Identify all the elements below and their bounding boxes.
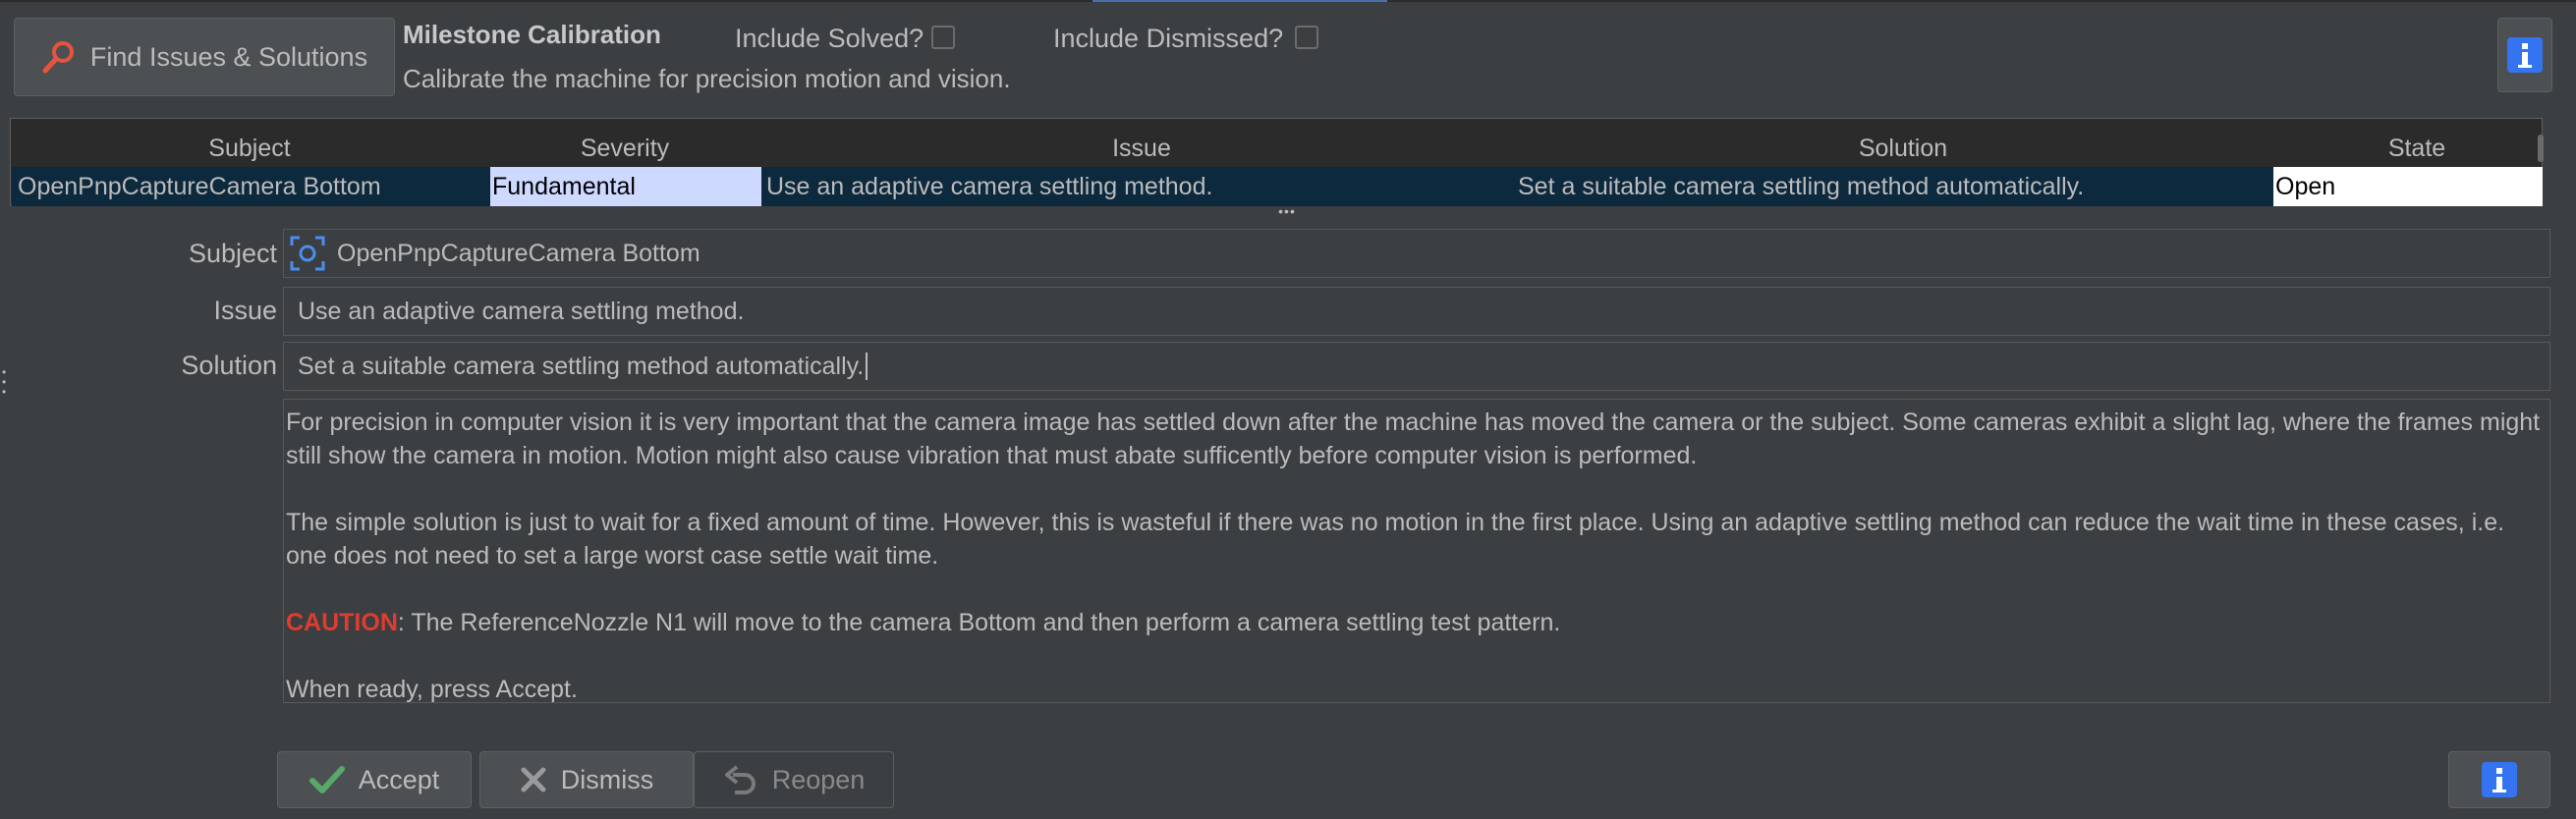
subject-field: OpenPnpCaptureCamera Bottom <box>283 229 2550 278</box>
text-cursor <box>866 353 868 380</box>
description-paragraph: When ready, press Accept. <box>286 676 578 703</box>
cell-severity[interactable]: Fundamental <box>490 167 761 206</box>
find-issues-button[interactable]: Find Issues & Solutions <box>14 18 395 96</box>
info-icon <box>2507 37 2543 73</box>
info-icon <box>2482 762 2517 797</box>
description-paragraph: For precision in computer vision it is v… <box>286 409 2541 469</box>
close-icon <box>521 767 546 792</box>
column-header-solution[interactable]: Solution <box>1522 135 2284 166</box>
reopen-button[interactable]: Reopen <box>694 751 894 808</box>
issue-field: Use an adaptive camera settling method. <box>283 287 2550 336</box>
column-header-subject[interactable]: Subject <box>11 135 488 166</box>
issue-description: For precision in computer vision it is v… <box>283 399 2550 703</box>
info-button-bottom[interactable] <box>2448 751 2550 808</box>
include-solved-label: Include Solved? <box>735 24 924 53</box>
subject-value: OpenPnpCaptureCamera Bottom <box>337 239 700 267</box>
issue-value: Use an adaptive camera settling method. <box>298 297 745 325</box>
solution-field[interactable]: Set a suitable camera settling method au… <box>283 342 2550 391</box>
dismiss-label: Dismiss <box>560 764 654 794</box>
solution-value: Set a suitable camera settling method au… <box>298 352 865 380</box>
dismiss-button[interactable]: Dismiss <box>479 751 694 808</box>
column-header-issue[interactable]: Issue <box>761 135 1522 166</box>
caution-word: CAUTION <box>286 609 398 636</box>
table-row[interactable]: OpenPnpCaptureCamera Bottom Fundamental … <box>12 167 2543 206</box>
milestone-title: Milestone Calibration <box>403 20 661 49</box>
description-paragraph: The simple solution is just to wait for … <box>286 509 2505 570</box>
splitter-handle-vertical[interactable]: • • • <box>2 366 10 398</box>
caution-paragraph: CAUTION: The ReferenceNozzle N1 will mov… <box>286 606 2548 639</box>
accept-label: Accept <box>358 764 440 794</box>
camera-icon <box>290 236 325 271</box>
column-header-severity[interactable]: Severity <box>488 135 761 166</box>
cell-subject[interactable]: OpenPnpCaptureCamera Bottom <box>18 167 483 206</box>
include-dismissed-checkbox[interactable] <box>1295 26 1318 49</box>
find-issues-label: Find Issues & Solutions <box>89 41 368 72</box>
cell-issue[interactable]: Use an adaptive camera settling method. <box>766 167 1519 206</box>
cell-state[interactable]: Open <box>2273 167 2543 206</box>
reopen-label: Reopen <box>771 764 866 794</box>
table-scrollbar[interactable] <box>2538 135 2544 162</box>
info-button-top[interactable] <box>2497 18 2552 92</box>
cell-solution[interactable]: Set a suitable camera settling method au… <box>1518 167 2280 206</box>
undo-icon <box>724 765 756 794</box>
milestone-description: Calibrate the machine for precision moti… <box>403 64 1011 93</box>
solution-label: Solution <box>181 351 277 380</box>
include-solved-checkbox[interactable] <box>931 26 955 49</box>
issue-label: Issue <box>213 296 277 325</box>
column-header-state[interactable]: State <box>2284 135 2549 166</box>
issues-table[interactable]: Subject Severity Issue Solution State Op… <box>10 118 2544 206</box>
include-dismissed-label: Include Dismissed? <box>1053 24 1284 53</box>
accept-button[interactable]: Accept <box>277 751 472 808</box>
search-icon <box>42 41 74 74</box>
subject-label: Subject <box>188 239 277 268</box>
checkmark-icon <box>308 766 345 793</box>
splitter-handle-horizontal[interactable]: ••• <box>1274 204 1300 218</box>
caution-text: : The ReferenceNozzle N1 will move to th… <box>397 609 1561 636</box>
tab-indicator <box>1092 0 1387 2</box>
